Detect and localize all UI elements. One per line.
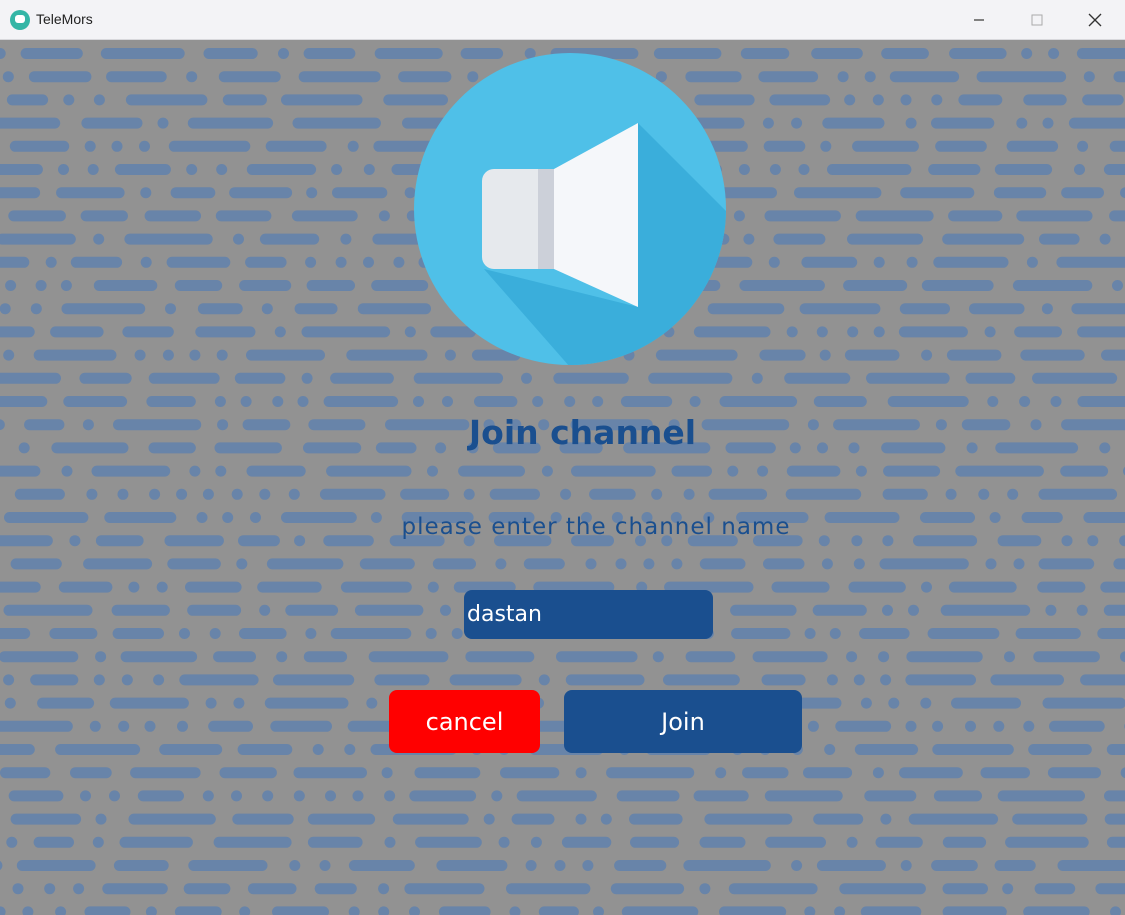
- close-icon: [1088, 13, 1102, 27]
- title-bar: TeleMors: [0, 0, 1125, 40]
- speaker-icon: [414, 53, 726, 365]
- close-button[interactable]: [1066, 0, 1124, 40]
- channel-name-prompt: please enter the channel name: [401, 514, 791, 540]
- channel-name-input[interactable]: [464, 590, 713, 639]
- window-title: TeleMors: [36, 11, 93, 27]
- maximize-button[interactable]: [1008, 0, 1066, 40]
- page-title: Join channel: [468, 413, 697, 452]
- join-button[interactable]: Join: [564, 690, 802, 753]
- cancel-button[interactable]: cancel: [389, 690, 540, 753]
- minimize-button[interactable]: [950, 0, 1008, 40]
- maximize-icon: [1031, 14, 1043, 26]
- minimize-icon: [974, 19, 984, 21]
- join-channel-dialog: Join channel please enter the channel na…: [0, 40, 1125, 915]
- app-window: TeleMors Join channel please enter the c…: [0, 0, 1125, 915]
- telemors-app-icon: [10, 10, 30, 30]
